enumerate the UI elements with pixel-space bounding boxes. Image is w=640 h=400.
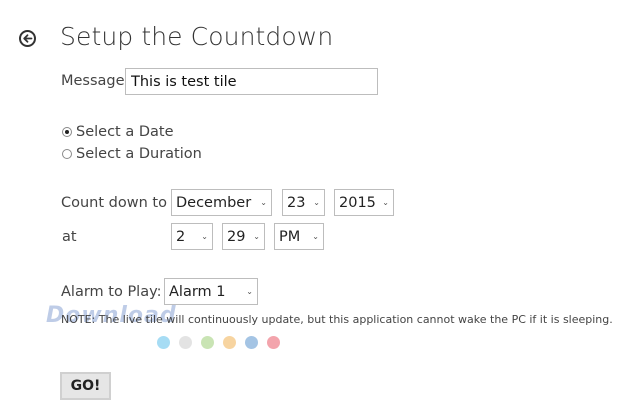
month-select[interactable]: December ⌄: [171, 189, 272, 216]
color-dot: [267, 336, 280, 349]
chevron-down-icon: ⌄: [246, 287, 253, 296]
color-dot: [179, 336, 192, 349]
alarm-select[interactable]: Alarm 1 ⌄: [164, 278, 258, 305]
day-select-value: 23: [287, 194, 306, 211]
minute-select[interactable]: 29 ⌄: [222, 223, 265, 250]
back-arrow-icon: [23, 34, 33, 43]
alarm-label: Alarm to Play:: [61, 284, 162, 300]
go-button[interactable]: GO!: [60, 372, 111, 400]
note-text: NOTE: The live tile will continuously up…: [61, 313, 613, 326]
radio-select-duration-label: Select a Duration: [76, 146, 202, 162]
month-select-value: December: [176, 194, 252, 211]
color-dot: [157, 336, 170, 349]
time-label: at: [62, 229, 77, 245]
color-dot: [245, 336, 258, 349]
ampm-select[interactable]: PM ⌄: [274, 223, 324, 250]
radio-select-duration-indicator[interactable]: [62, 149, 72, 159]
color-dot: [223, 336, 236, 349]
minute-select-value: 29: [227, 228, 246, 245]
message-input[interactable]: [125, 68, 378, 95]
year-select[interactable]: 2015 ⌄: [334, 189, 394, 216]
ampm-select-value: PM: [279, 228, 301, 245]
page-title: Setup the Countdown: [60, 22, 334, 51]
year-select-value: 2015: [339, 194, 376, 211]
chevron-down-icon: ⌄: [313, 198, 320, 207]
chevron-down-icon: ⌄: [201, 232, 208, 241]
hour-select-value: 2: [176, 228, 186, 245]
radio-select-date-label: Select a Date: [76, 124, 174, 140]
message-label: Message: [61, 73, 125, 89]
radio-select-duration[interactable]: Select a Duration: [62, 146, 202, 162]
radio-select-date-indicator[interactable]: [62, 127, 72, 137]
hour-select[interactable]: 2 ⌄: [171, 223, 213, 250]
color-dot: [201, 336, 214, 349]
radio-select-date[interactable]: Select a Date: [62, 124, 174, 140]
alarm-select-value: Alarm 1: [169, 283, 226, 300]
countdown-label: Count down to: [61, 195, 167, 211]
chevron-down-icon: ⌄: [312, 232, 319, 241]
chevron-down-icon: ⌄: [253, 232, 260, 241]
back-button[interactable]: [19, 30, 36, 47]
chevron-down-icon: ⌄: [260, 198, 267, 207]
day-select[interactable]: 23 ⌄: [282, 189, 325, 216]
chevron-down-icon: ⌄: [382, 198, 389, 207]
